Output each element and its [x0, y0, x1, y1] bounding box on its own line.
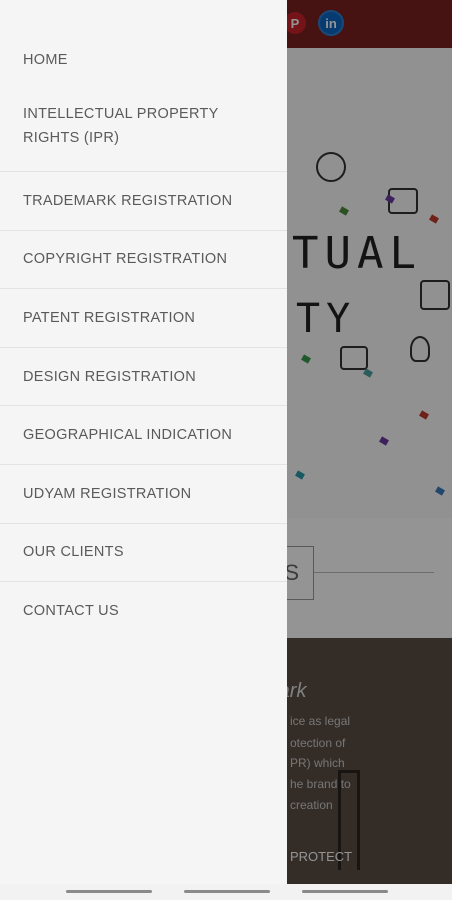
nav-handle[interactable]: [184, 890, 270, 893]
menu-item-label: GEOGRAPHICAL INDICATION: [23, 427, 233, 444]
menu-item-copyright-registration[interactable]: COPYRIGHT REGISTRATION: [0, 231, 287, 290]
menu-item-label: INTELLECTUAL PROPERTY RIGHTS (IPR): [23, 105, 219, 146]
menu-item-home[interactable]: HOME: [0, 0, 287, 80]
navigation-drawer: HOME INTELLECTUAL PROPERTY RIGHTS (IPR) TR…: [0, 0, 287, 884]
menu-item-label: COPYRIGHT REGISTRATION: [23, 251, 228, 268]
menu-item-patent-registration[interactable]: PATENT REGISTRATION: [0, 289, 287, 348]
drawer-menu: HOME INTELLECTUAL PROPERTY RIGHTS (IPR) TR…: [0, 0, 287, 641]
menu-item-label: HOME: [23, 52, 68, 68]
system-nav-bar: [0, 884, 452, 900]
menu-item-geographical-indication[interactable]: GEOGRAPHICAL INDICATION: [0, 406, 287, 465]
nav-handle[interactable]: [66, 890, 152, 893]
menu-item-label: TRADEMARK REGISTRATION: [23, 192, 233, 209]
menu-item-label: CONTACT US: [23, 603, 119, 620]
nav-handle[interactable]: [302, 890, 388, 893]
menu-item-design-registration[interactable]: DESIGN REGISTRATION: [0, 348, 287, 407]
menu-item-label: UDYAM REGISTRATION: [23, 485, 192, 502]
menu-item-udyam-registration[interactable]: UDYAM REGISTRATION: [0, 465, 287, 524]
menu-item-trademark-registration[interactable]: TRADEMARK REGISTRATION: [0, 172, 287, 231]
menu-item-label: OUR CLIENTS: [23, 544, 124, 561]
menu-item-our-clients[interactable]: OUR CLIENTS: [0, 524, 287, 583]
menu-item-label: PATENT REGISTRATION: [23, 309, 196, 326]
menu-item-label: DESIGN REGISTRATION: [23, 368, 197, 385]
menu-item-contact-us[interactable]: CONTACT US: [0, 582, 287, 641]
menu-item-ipr[interactable]: INTELLECTUAL PROPERTY RIGHTS (IPR): [0, 80, 287, 172]
